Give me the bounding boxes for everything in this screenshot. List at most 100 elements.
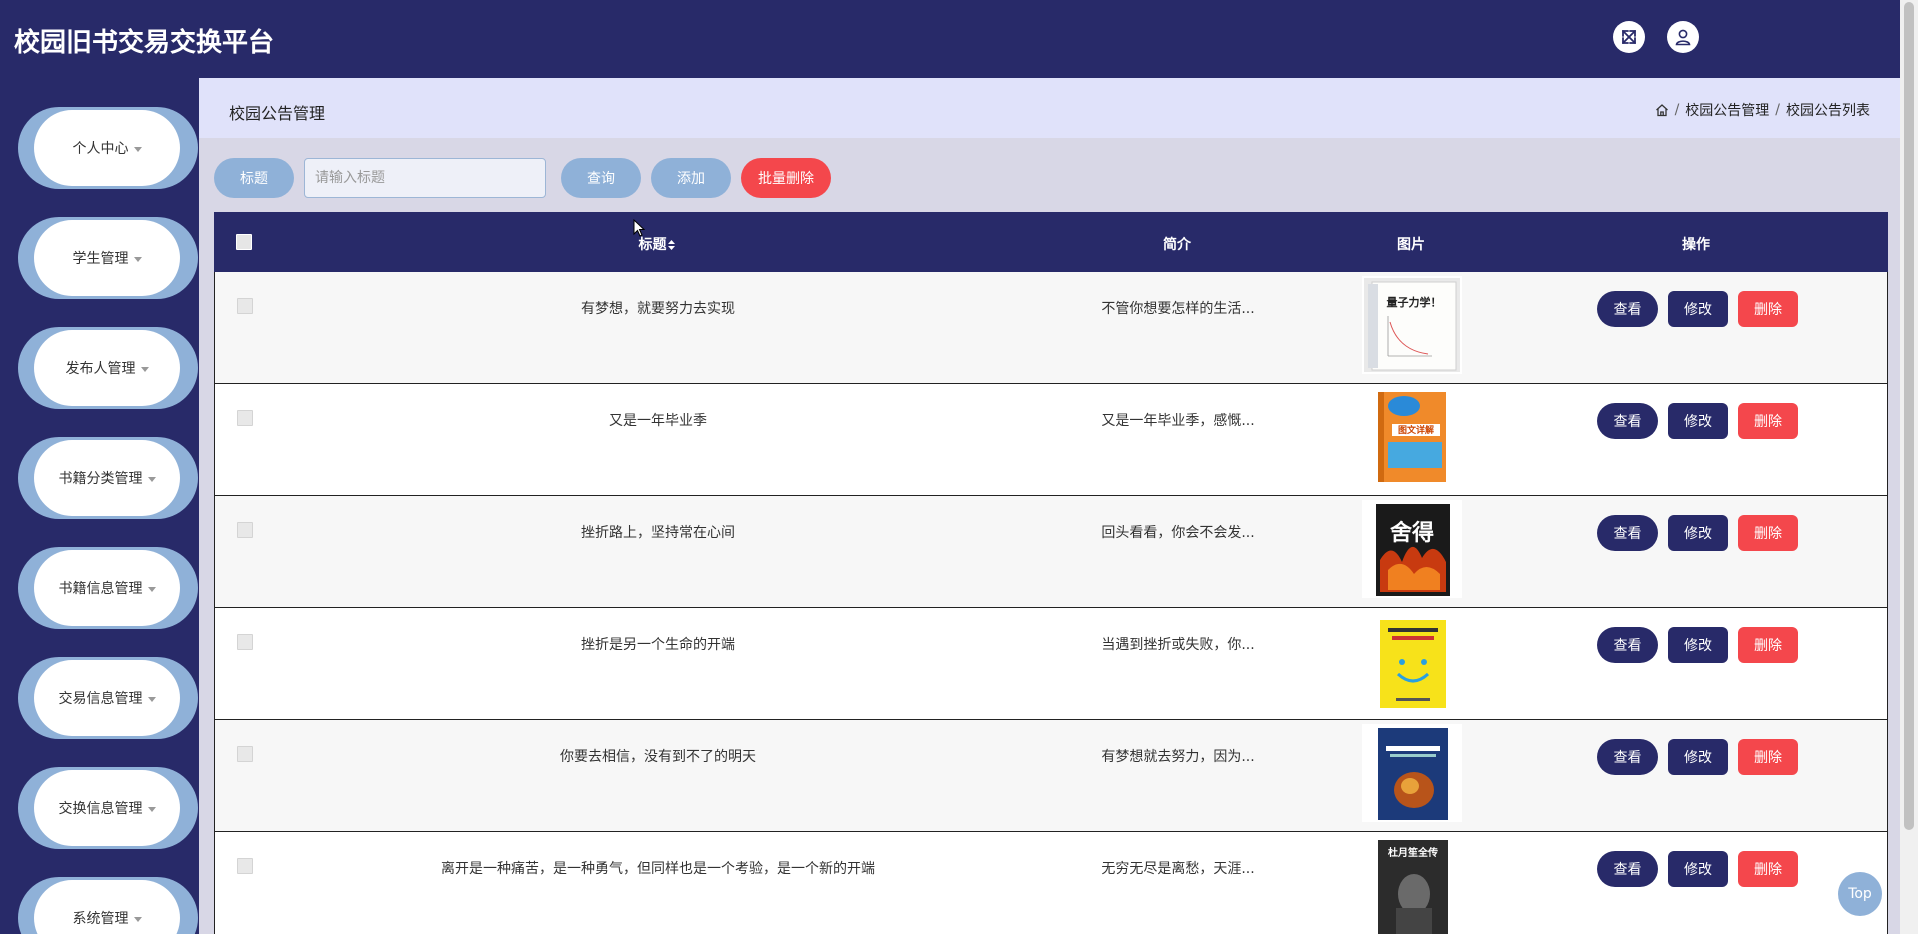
row-title: 挫折是另一个生命的开端 [581, 637, 735, 653]
row-checkbox[interactable] [237, 634, 253, 650]
breadcrumb-separator: / [1775, 102, 1780, 118]
delete-button[interactable]: 删除 [1738, 291, 1798, 327]
announcement-table: 标题 简介 图片 操作 有梦想，就要努力去实现 不管你想要怎样的生活... 量子… [214, 212, 1888, 934]
edit-button[interactable]: 修改 [1668, 627, 1728, 663]
breadcrumb: / 校园公告管理 / 校园公告列表 [1655, 100, 1870, 120]
row-intro: 无穷无尽是离愁，天涯... [1101, 861, 1255, 877]
sidebar-item-book-category-management[interactable]: 书籍分类管理 [18, 437, 198, 519]
scrollbar-thumb[interactable] [1904, 2, 1914, 830]
table-header: 标题 简介 图片 操作 [214, 212, 1888, 272]
sidebar-pill: 系统管理 [34, 880, 180, 934]
row-cover-image: 杜月笙全传 [1362, 836, 1462, 934]
column-header-intro: 简介 [1163, 237, 1191, 253]
edit-button[interactable]: 修改 [1668, 739, 1728, 775]
row-cover-image [1362, 724, 1462, 822]
mouse-cursor-icon [633, 219, 645, 237]
sidebar-item-personal-center[interactable]: 个人中心 [18, 107, 198, 189]
book-cover-image: 图文详解 [1378, 392, 1446, 482]
breadcrumb-item[interactable]: 校园公告管理 [1685, 100, 1769, 120]
batch-delete-button[interactable]: 批量删除 [741, 158, 831, 198]
row-title: 挫折路上，坚持常在心间 [581, 525, 735, 541]
sidebar-pill: 交易信息管理 [34, 660, 180, 736]
chevron-down-icon [133, 146, 142, 152]
delete-button[interactable]: 删除 [1738, 515, 1798, 551]
chevron-down-icon [147, 806, 156, 812]
view-button[interactable]: 查看 [1597, 291, 1658, 327]
row-intro: 有梦想就去努力，因为... [1101, 749, 1255, 765]
sidebar-item-exchange-info-management[interactable]: 交换信息管理 [18, 767, 198, 849]
page-title: 校园公告管理 [229, 104, 326, 123]
sidebar-item-system-management[interactable]: 系统管理 [18, 877, 198, 934]
sidebar-pill: 书籍分类管理 [34, 440, 180, 516]
row-checkbox[interactable] [237, 858, 253, 874]
row-intro: 回头看看，你会不会发... [1101, 525, 1255, 541]
book-cover-image: 量子力学！ [1364, 278, 1460, 372]
view-button[interactable]: 查看 [1597, 403, 1658, 439]
app-title: 校园旧书交易交换平台 [14, 28, 275, 58]
sidebar-item-label: 交换信息管理 [58, 801, 143, 817]
breadcrumb-item-current: 校园公告列表 [1786, 103, 1870, 119]
delete-button[interactable]: 删除 [1738, 739, 1798, 775]
sidebar-item-label: 学生管理 [72, 251, 129, 267]
sort-icon[interactable] [668, 239, 676, 251]
cover-text: 舍得 [1390, 520, 1434, 546]
page-scrollbar[interactable] [1900, 0, 1918, 934]
chevron-down-icon [147, 586, 156, 592]
cover-text: 杜月笙全传 [1388, 846, 1438, 859]
sidebar-pill: 个人中心 [34, 110, 180, 186]
user-button[interactable] [1667, 21, 1699, 53]
row-title: 又是一年毕业季 [609, 413, 707, 429]
sidebar-pill: 交换信息管理 [34, 770, 180, 846]
delete-button[interactable]: 删除 [1738, 851, 1798, 887]
top-header: 校园旧书交易交换平台 [0, 0, 1900, 78]
row-intro: 又是一年毕业季，感慨... [1101, 413, 1255, 429]
row-checkbox[interactable] [237, 746, 253, 762]
home-icon[interactable] [1655, 103, 1669, 117]
row-checkbox[interactable] [237, 410, 253, 426]
sidebar-item-publisher-management[interactable]: 发布人管理 [18, 327, 198, 409]
row-checkbox[interactable] [237, 298, 253, 314]
breadcrumb-bar: 校园公告管理 / 校园公告管理 / 校园公告列表 [199, 78, 1900, 138]
sidebar-item-label: 发布人管理 [65, 361, 136, 377]
row-title: 你要去相信，没有到不了的明天 [560, 749, 756, 765]
chevron-down-icon [147, 696, 156, 702]
view-button[interactable]: 查看 [1597, 739, 1658, 775]
chevron-down-icon [133, 916, 142, 922]
sidebar-item-trade-info-management[interactable]: 交易信息管理 [18, 657, 198, 739]
back-to-top-button[interactable]: Top [1838, 872, 1882, 916]
row-intro: 不管你想要怎样的生活... [1101, 301, 1255, 317]
chevron-down-icon [140, 366, 149, 372]
sidebar-item-label: 个人中心 [72, 141, 129, 157]
book-cover-image: 杜月笙全传 [1378, 840, 1448, 934]
delete-button[interactable]: 删除 [1738, 403, 1798, 439]
sidebar-item-book-info-management[interactable]: 书籍信息管理 [18, 547, 198, 629]
fullscreen-button[interactable] [1613, 21, 1645, 53]
row-title: 有梦想，就要努力去实现 [581, 301, 735, 317]
row-cover-image: 舍得 [1362, 500, 1462, 598]
view-button[interactable]: 查看 [1597, 515, 1658, 551]
column-header-title[interactable]: 标题 [639, 234, 676, 254]
sidebar-item-label: 书籍分类管理 [58, 471, 143, 487]
chevron-down-icon [147, 476, 156, 482]
edit-button[interactable]: 修改 [1668, 403, 1728, 439]
delete-button[interactable]: 删除 [1738, 627, 1798, 663]
row-checkbox[interactable] [237, 522, 253, 538]
edit-button[interactable]: 修改 [1668, 291, 1728, 327]
book-cover-image [1380, 620, 1446, 708]
sidebar-item-label: 书籍信息管理 [58, 581, 143, 597]
view-button[interactable]: 查看 [1597, 851, 1658, 887]
sidebar-item-label: 系统管理 [72, 911, 129, 927]
view-button[interactable]: 查看 [1597, 627, 1658, 663]
row-intro: 当遇到挫折或失败，你... [1101, 637, 1255, 653]
cover-text: 图文详解 [1398, 424, 1434, 436]
search-input[interactable] [304, 158, 546, 198]
edit-button[interactable]: 修改 [1668, 851, 1728, 887]
row-cover-image: 图文详解 [1362, 388, 1462, 486]
sidebar-pill: 书籍信息管理 [34, 550, 180, 626]
add-button[interactable]: 添加 [651, 158, 731, 198]
edit-button[interactable]: 修改 [1668, 515, 1728, 551]
query-button[interactable]: 查询 [561, 158, 641, 198]
select-all-checkbox[interactable] [236, 234, 252, 250]
table-row: 挫折路上，坚持常在心间 回头看看，你会不会发... 舍得 查看 修改 删除 [214, 496, 1888, 608]
sidebar-item-student-management[interactable]: 学生管理 [18, 217, 198, 299]
